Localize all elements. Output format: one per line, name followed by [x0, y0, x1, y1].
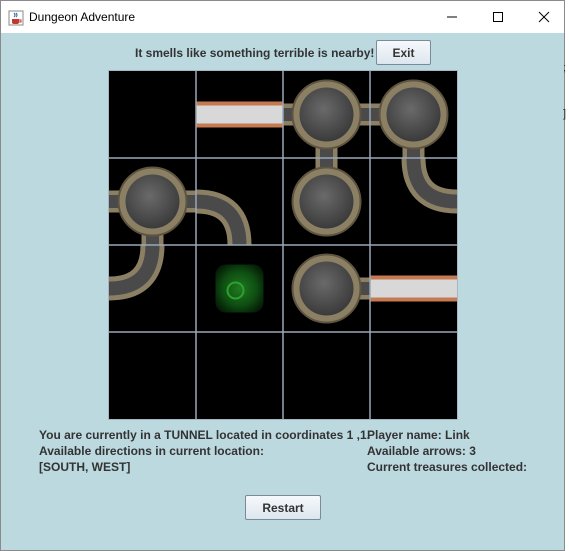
java-cup-icon [8, 10, 24, 26]
status-message: It smells like something terrible is nea… [135, 46, 375, 60]
minimize-icon [446, 8, 458, 27]
map-cell-2-0 [109, 244, 165, 301]
treasure-count: Current treasures collected: [367, 460, 528, 474]
title-bar[interactable]: Dungeon Adventure [1, 1, 564, 33]
game-window: Dungeon Adventure It smells like somethi… [0, 0, 565, 551]
restart-button[interactable]: Restart [245, 495, 321, 520]
map-cell-1-1 [195, 189, 252, 246]
stray-glyph: ] [563, 108, 567, 120]
exit-button[interactable]: Exit [376, 40, 431, 65]
map-cell-1-2 [291, 158, 362, 237]
window-title: Dungeon Adventure [29, 10, 136, 24]
location-line: You are currently in a TUNNEL located in… [39, 428, 370, 442]
map-cell-0-3 [370, 79, 449, 158]
maximize-icon [492, 8, 504, 27]
map-cell-1-0 [109, 166, 196, 245]
map-cell-1-3 [401, 157, 457, 214]
map-cell-2-3 [370, 275, 457, 302]
arrow-count: Available arrows: 3 [367, 444, 476, 458]
location-info: You are currently in a TUNNEL located in… [39, 427, 370, 475]
player-info: Player name: Link Available arrows: 3 Cu… [367, 427, 527, 475]
player-name: Player name: Link [367, 428, 470, 442]
directions-label: Available directions in current location… [39, 444, 264, 458]
maximize-button[interactable] [475, 1, 521, 33]
minimize-button[interactable] [429, 1, 475, 33]
map-cell-2-1 [215, 264, 264, 313]
close-icon [538, 8, 550, 27]
map-cell-0-2 [283, 79, 370, 158]
map-cell-0-1 [196, 101, 283, 128]
stray-glyph: ; [563, 62, 567, 74]
map-cell-2-2 [291, 253, 370, 324]
directions-list: [SOUTH, WEST] [39, 460, 131, 474]
dungeon-map [108, 70, 458, 420]
close-button[interactable] [521, 1, 567, 33]
dungeon-grid [109, 71, 457, 419]
